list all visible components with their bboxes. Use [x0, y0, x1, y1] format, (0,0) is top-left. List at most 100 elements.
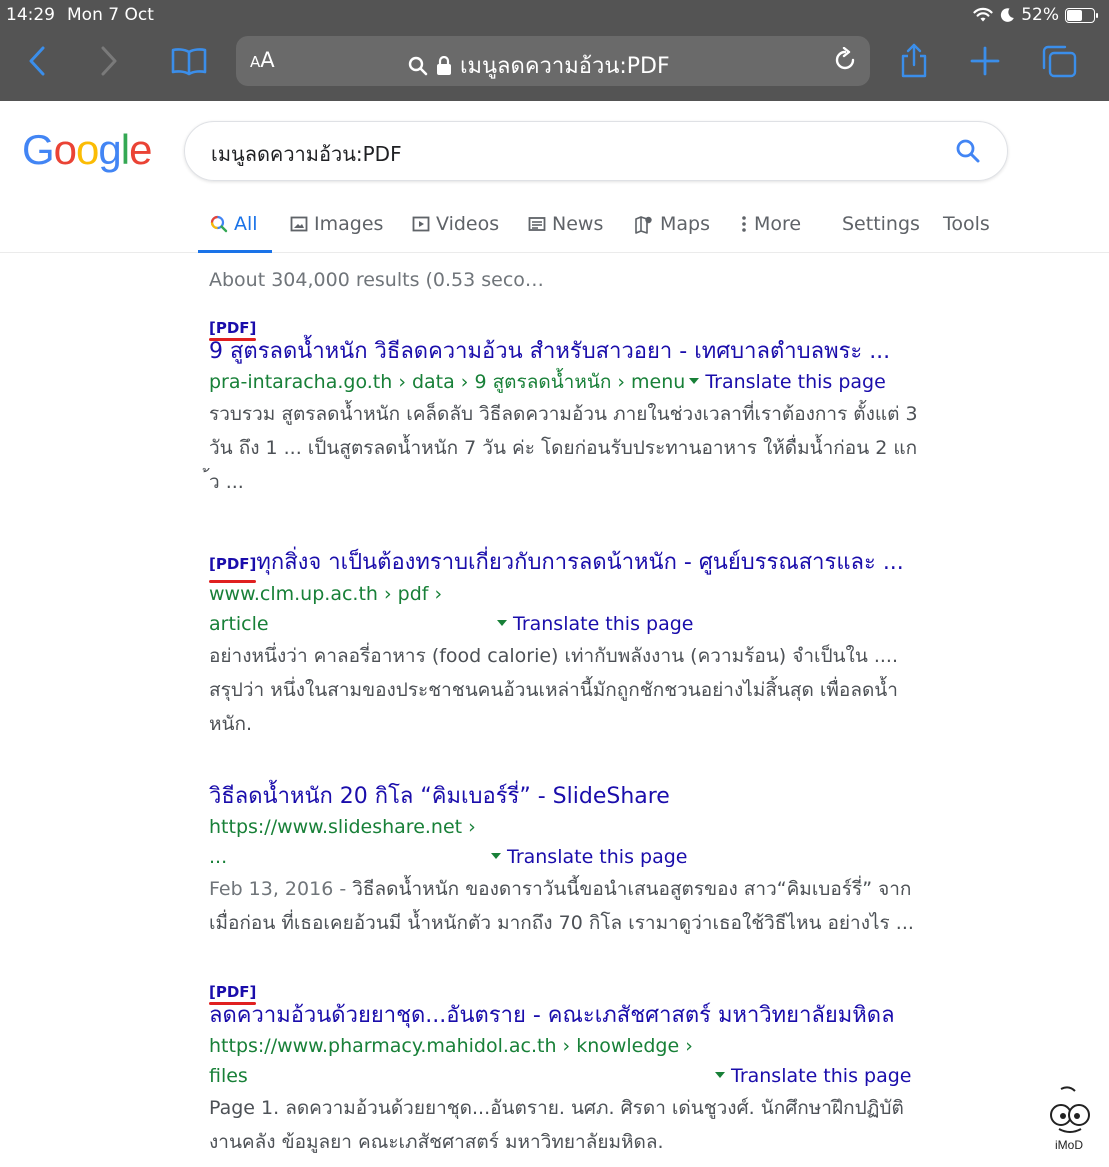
- result-title-link[interactable]: วิธีลดน้ำหนัก 20 กิโล “คิมเบอร์รี่” - Sl…: [209, 782, 989, 812]
- watermark-text: iMoD: [1055, 1138, 1083, 1152]
- result-stats: About 304,000 results (0.53 seco…: [209, 269, 544, 291]
- result-url-line2: files Translate this page: [209, 1061, 989, 1091]
- tab-news[interactable]: News: [528, 213, 603, 235]
- search-icon: [408, 56, 428, 75]
- pdf-badge: [PDF]: [209, 549, 257, 583]
- translate-link[interactable]: Translate this page: [705, 371, 885, 393]
- logo-letter: G: [22, 126, 55, 173]
- snippet-line: รวบรวม สูตรลดน้ำหนัก เคล็ดลับ วิธีลดความ…: [209, 403, 918, 425]
- tab-maps[interactable]: Maps: [634, 213, 710, 235]
- result-url-line2: ... Translate this page: [209, 842, 989, 872]
- tab-more[interactable]: More: [740, 213, 801, 235]
- result-breadcrumb-cont[interactable]: files: [209, 1065, 248, 1087]
- search-result: [PDF]ทุกสิ่งจ าเป็นต้องทราบเกี่ยวกับการล…: [209, 548, 989, 741]
- result-title-link[interactable]: 9 สูตรลดน้ำหนัก วิธีลดความอ้วน สำหรับสาว…: [209, 337, 989, 367]
- tab-videos[interactable]: Videos: [412, 213, 499, 235]
- tab-tools-label: Tools: [943, 213, 990, 235]
- tab-news-label: News: [552, 213, 604, 235]
- result-title-row: [PDF]ทุกสิ่งจ าเป็นต้องทราบเกี่ยวกับการล…: [209, 548, 989, 583]
- tab-all[interactable]: All: [210, 213, 258, 235]
- map-pin-icon: [635, 216, 652, 234]
- snippet-line: Page 1. ลดความอ้วนด้วยยาชุด...อันตราย. น…: [209, 1097, 904, 1119]
- result-title-link[interactable]: ทุกสิ่งจ าเป็นต้องทราบเกี่ยวกับการลดน้าห…: [256, 550, 903, 575]
- snippet-line: หนัก.: [209, 713, 253, 735]
- tab-all-label: All: [234, 213, 258, 235]
- share-icon: [901, 43, 927, 78]
- tabs-button[interactable]: [1040, 40, 1078, 82]
- search-query: เมนูลดความอ้วน:PDF: [211, 142, 402, 166]
- result-title-link[interactable]: ลดความอ้วนด้วยยาชุด...อันตราย - คณะเภสัช…: [209, 1001, 989, 1031]
- reload-icon[interactable]: [832, 47, 858, 73]
- tab-settings-label: Settings: [842, 213, 920, 235]
- snippet-line: สรุปว่า หนึ่งในสามของประชาชนคนอ้วนเหล่าน…: [209, 679, 898, 701]
- status-time: 14:29: [6, 5, 55, 25]
- result-breadcrumb-cont[interactable]: article: [209, 613, 269, 635]
- translate-link[interactable]: Translate this page: [513, 613, 693, 635]
- caret-down-icon[interactable]: [497, 620, 507, 626]
- play-icon: [412, 216, 430, 232]
- tab-images[interactable]: Images: [290, 213, 383, 235]
- logo-letter: l: [120, 126, 130, 173]
- result-breadcrumb[interactable]: pra-intaracha.go.th › data › 9 สูตรลดน้ำ…: [209, 371, 685, 393]
- wifi-icon: [973, 7, 993, 22]
- search-result: [PDF] ลดความอ้วนด้วยยาชุด...อันตราย - คณ…: [209, 982, 989, 1159]
- caret-down-icon[interactable]: [715, 1072, 725, 1078]
- lock-icon: [437, 55, 451, 75]
- new-tab-button[interactable]: [968, 40, 1002, 82]
- snippet-line: ้ว ...: [209, 471, 244, 493]
- tab-maps-label: Maps: [660, 213, 710, 235]
- tabs-overview-icon: [1042, 45, 1077, 78]
- tab-videos-label: Videos: [436, 213, 500, 235]
- share-button[interactable]: [896, 40, 932, 82]
- snippet-line: เมื่อก่อน ที่เธอเคยอ้วนมี น้ำหนักตัว มาก…: [209, 912, 914, 934]
- bookmarks-button[interactable]: [168, 40, 210, 82]
- more-vertical-icon: [742, 216, 746, 232]
- result-snippet: อย่างหนึ่งว่า คาลอรี่อาหาร (food calorie…: [209, 639, 989, 741]
- aa-large: A: [260, 48, 275, 72]
- aa-small: A: [250, 53, 261, 71]
- search-icon[interactable]: [955, 138, 981, 164]
- translate-link[interactable]: Translate this page: [507, 846, 687, 868]
- result-breadcrumb[interactable]: www.clm.up.ac.th › pdf ›: [209, 579, 989, 609]
- caret-down-icon[interactable]: [689, 378, 700, 384]
- result-snippet: Feb 13, 2016 - วิธีลดน้ำหนัก ของดาราวันน…: [209, 872, 989, 940]
- tab-images-label: Images: [314, 213, 384, 235]
- search-input[interactable]: เมนูลดความอ้วน:PDF: [184, 121, 1008, 181]
- result-breadcrumb-cont[interactable]: ...: [209, 846, 227, 868]
- logo-letter: o: [53, 126, 77, 173]
- result-breadcrumb[interactable]: https://www.pharmacy.mahidol.ac.th › kno…: [209, 1031, 989, 1061]
- back-button[interactable]: [22, 40, 52, 82]
- moon-icon: [1001, 8, 1015, 22]
- chevron-right-icon: [101, 46, 117, 76]
- address-bar[interactable]: AA เมนูลดความอ้วน:PDF: [236, 36, 870, 86]
- browser-chrome: 14:29 Mon 7 Oct 52% AA เมนูลดความอ้วน:PD…: [0, 0, 1109, 101]
- reader-options-button[interactable]: AA: [250, 48, 275, 72]
- caret-down-icon[interactable]: [491, 853, 501, 859]
- snippet-line: งานคลัง ข้อมูลยา คณะเภสัชศาสตร์ มหาวิทยา…: [209, 1131, 664, 1153]
- result-url-line2: article Translate this page: [209, 609, 989, 639]
- battery-icon: [1065, 7, 1098, 23]
- image-icon: [290, 216, 308, 232]
- snippet-line: วิธีลดน้ำหนัก ของดาราวันนี้ขอนำเสนอสูตรข…: [352, 878, 912, 900]
- url-text: เมนูลดความอ้วน:PDF: [460, 54, 670, 79]
- search-tabs: All Images Videos News Maps More Setting…: [0, 200, 1109, 253]
- translate-group: Translate this page: [711, 1061, 911, 1091]
- pdf-badge: [PDF]: [209, 983, 257, 1005]
- search-result: วิธีลดน้ำหนัก 20 กิโล “คิมเบอร์รี่” - Sl…: [209, 782, 989, 940]
- result-breadcrumb[interactable]: https://www.slideshare.net ›: [209, 812, 989, 842]
- result-snippet: รวบรวม สูตรลดน้ำหนัก เคล็ดลับ วิธีลดความ…: [209, 397, 989, 499]
- imod-watermark-logo: iMoD: [1039, 1083, 1099, 1153]
- forward-button[interactable]: [94, 40, 124, 82]
- plus-icon: [970, 46, 1000, 76]
- translate-link[interactable]: Translate this page: [731, 1065, 911, 1087]
- snippet-date: Feb 13, 2016 -: [209, 878, 353, 900]
- tab-settings[interactable]: Settings: [842, 213, 920, 235]
- address-center: เมนูลดความอ้วน:PDF: [408, 48, 670, 83]
- logo-letter: o: [76, 126, 99, 173]
- google-logo[interactable]: Google: [22, 126, 152, 174]
- translate-group: Translate this page: [487, 842, 687, 872]
- status-right: 52%: [973, 5, 1098, 25]
- status-bar: 14:29 Mon 7 Oct 52%: [0, 0, 1109, 30]
- chevron-left-icon: [29, 46, 45, 76]
- tab-tools[interactable]: Tools: [943, 213, 990, 235]
